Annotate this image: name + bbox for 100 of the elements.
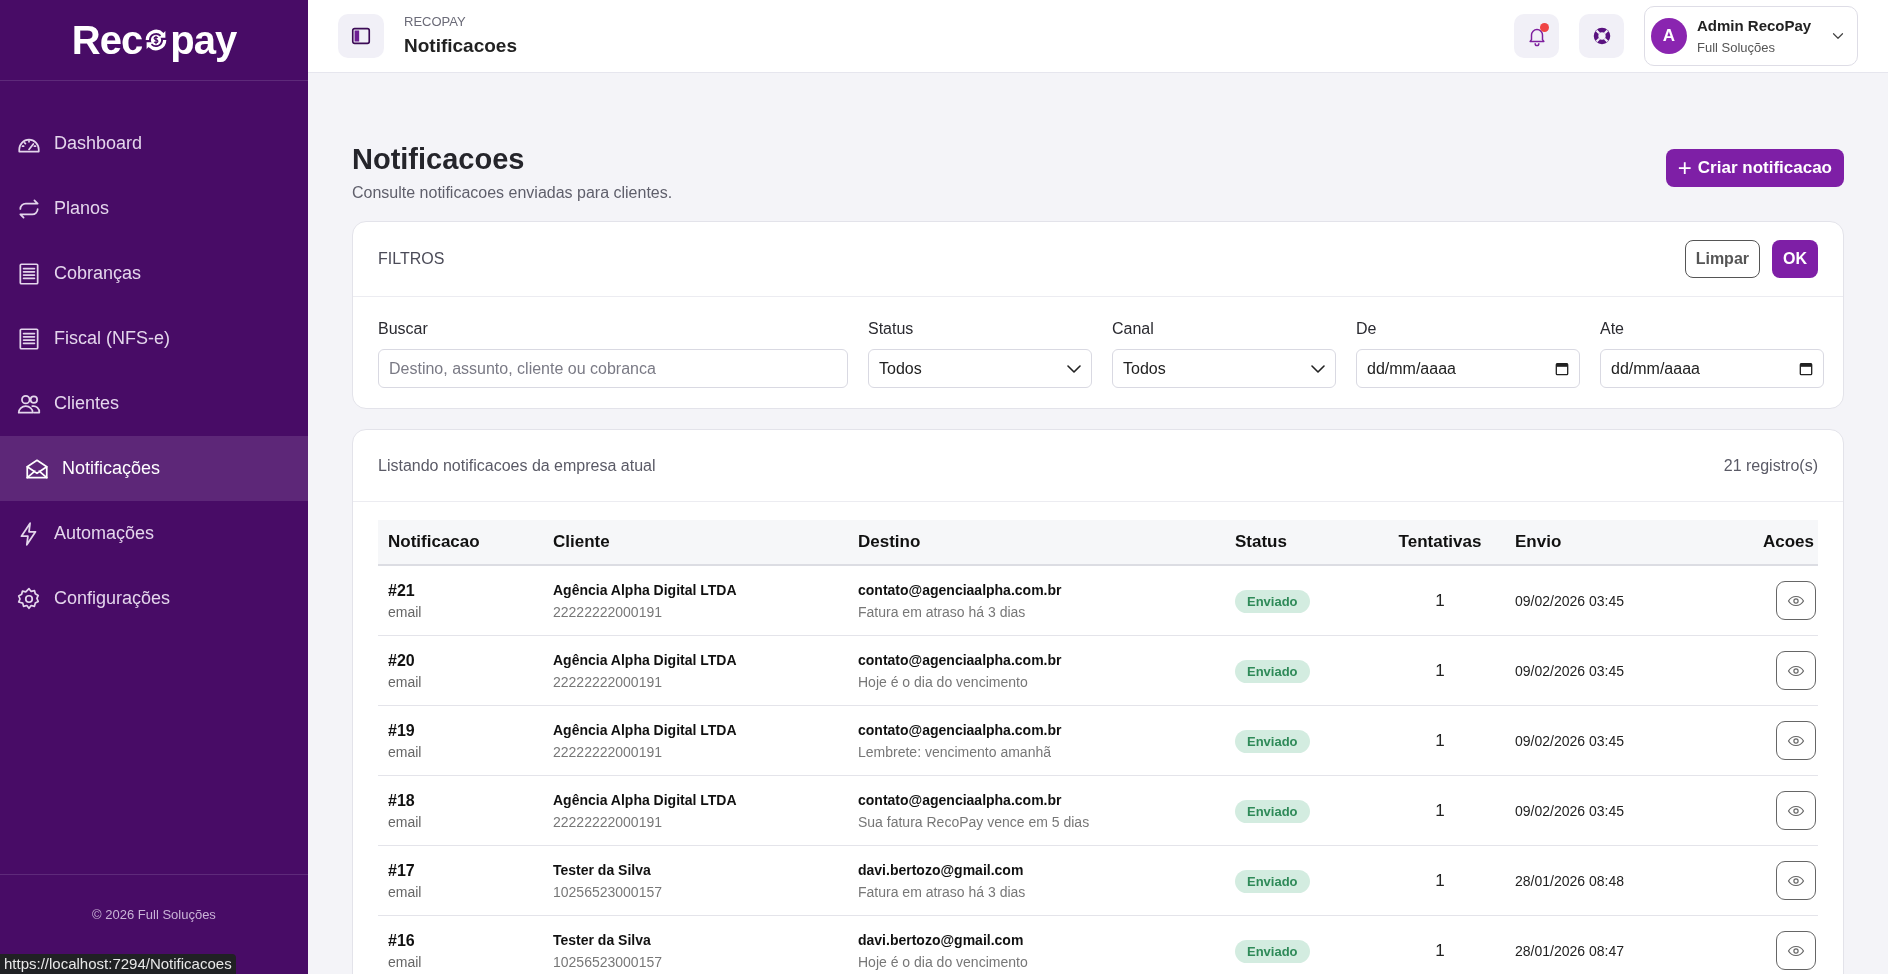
destination-email: contato@agenciaalpha.com.br — [858, 580, 1063, 600]
client-document: 10256523000157 — [553, 952, 663, 972]
channel-text: email — [388, 882, 423, 902]
subject-text: Lembrete: vencimento amanhã — [858, 742, 1052, 762]
client-name: Agência Alpha Digital LTDA — [553, 720, 738, 740]
client-name: Agência Alpha Digital LTDA — [553, 580, 738, 600]
logo-text: Rec — [71, 17, 143, 64]
user-name: Admin RecoPay — [1697, 15, 1813, 36]
subject-text: Hoje é o dia do vencimento — [858, 672, 1029, 692]
settings-icon — [16, 585, 42, 612]
client-name: Tester da Silva — [553, 860, 652, 880]
field-label: Status — [868, 319, 915, 339]
user-avatar: A — [1651, 18, 1687, 54]
sent-date: 09/02/2026 03:45 — [1515, 592, 1624, 609]
view-button[interactable] — [1776, 721, 1816, 760]
status-badge: Enviado — [1235, 869, 1310, 893]
copyright-text: © 2026 Full Soluções — [92, 906, 216, 924]
clear-button[interactable]: Limpar — [1684, 240, 1760, 278]
date-field[interactable]: dd/mm/aaaa — [1600, 349, 1824, 388]
search-field[interactable]: Destino, assunto, cliente ou cobranca — [378, 349, 848, 388]
channel-text: email — [388, 742, 423, 762]
channel-text: email — [388, 952, 423, 972]
field-label: De — [1356, 319, 1378, 339]
destination-email: davi.bertozo@gmail.com — [858, 930, 1025, 950]
sidebar-item[interactable]: Cobranças — [0, 241, 308, 306]
calendar-icon — [1799, 361, 1813, 376]
subject-text: Hoje é o dia do vencimento — [858, 952, 1029, 972]
view-button[interactable] — [1776, 861, 1816, 900]
sidebar-item[interactable]: Automações — [0, 501, 308, 566]
sidebar-item[interactable]: Dashboard — [0, 111, 308, 176]
view-button[interactable] — [1776, 651, 1816, 690]
view-button[interactable] — [1776, 791, 1816, 830]
logo-text: pay — [170, 17, 237, 64]
column-header: Tentativas — [1397, 531, 1483, 554]
notification-id: #18 — [388, 790, 416, 811]
view-button[interactable] — [1776, 931, 1816, 970]
ok-button[interactable]: OK — [1772, 240, 1818, 278]
status-badge: Enviado — [1235, 589, 1310, 613]
channel-text: email — [388, 602, 423, 622]
attempts-count: 1 — [1435, 940, 1445, 960]
destination-email: davi.bertozo@gmail.com — [858, 860, 1025, 880]
column-header: Envio — [1514, 531, 1563, 554]
client-name: Tester da Silva — [553, 930, 652, 950]
view-button[interactable] — [1776, 581, 1816, 620]
column-header: Status — [1234, 531, 1288, 554]
notification-id: #20 — [388, 650, 416, 671]
client-document: 22222222000191 — [553, 602, 663, 622]
subject-text: Fatura em atraso há 3 dias — [858, 602, 1027, 622]
status-badge: Enviado — [1235, 799, 1310, 823]
date-field[interactable]: dd/mm/aaaa — [1356, 349, 1580, 388]
client-name: Agência Alpha Digital LTDA — [553, 790, 738, 810]
sidebar-item[interactable]: Fiscal (NFS-e) — [0, 306, 308, 371]
sent-date: 09/02/2026 03:45 — [1515, 802, 1624, 819]
sidebar-item[interactable]: Planos — [0, 176, 308, 241]
notification-id: #17 — [388, 860, 416, 881]
destination-email: contato@agenciaalpha.com.br — [858, 650, 1063, 670]
help-button[interactable] — [1579, 14, 1624, 58]
client-document: 10256523000157 — [553, 882, 663, 902]
attempts-count: 1 — [1435, 590, 1445, 610]
status-badge: Enviado — [1235, 729, 1310, 753]
column-header: Acoes — [1761, 531, 1815, 554]
status-badge: Enviado — [1235, 659, 1310, 683]
sidebar-item[interactable]: Notificações — [0, 436, 308, 501]
notification-id: #21 — [388, 580, 416, 601]
page-title: Notificacoes — [352, 142, 526, 177]
sidebar-item[interactable]: Configurações — [0, 566, 308, 631]
field-label: Ate — [1600, 319, 1625, 339]
client-name: Agência Alpha Digital LTDA — [553, 650, 738, 670]
select-field[interactable]: Todos — [868, 349, 1092, 388]
page-subtitle: Consulte notificacoes enviadas para clientes. — [352, 183, 673, 203]
notifications-button[interactable] — [1514, 14, 1559, 58]
subject-text: Fatura em atraso há 3 dias — [858, 882, 1027, 902]
sidebar-item[interactable]: Clientes — [0, 371, 308, 436]
sidebar-toggle-button[interactable] — [338, 14, 384, 58]
subject-text: Sua fatura RecoPay vence em 5 dias — [858, 812, 1091, 832]
status-badge: Enviado — [1235, 939, 1310, 963]
attempts-count: 1 — [1435, 870, 1445, 890]
list-caption: Listando notificacoes da empresa atual — [378, 455, 656, 476]
company-name: Full Soluções — [1697, 38, 1777, 57]
user-menu[interactable]: A Admin RecoPay Full Soluções — [1644, 6, 1858, 66]
client-document: 22222222000191 — [553, 812, 663, 832]
receipt-icon — [16, 260, 42, 287]
attempts-count: 1 — [1435, 730, 1445, 750]
filters-title: FILTROS — [378, 249, 445, 269]
client-document: 22222222000191 — [553, 742, 663, 762]
chevron-down-icon — [1311, 364, 1325, 373]
sent-date: 09/02/2026 03:45 — [1515, 662, 1624, 679]
create-notification-button[interactable]: + Criar notificacao — [1665, 149, 1844, 187]
attempts-count: 1 — [1435, 800, 1445, 820]
destination-email: contato@agenciaalpha.com.br — [858, 790, 1063, 810]
sidebar-panel-icon — [350, 25, 372, 47]
notification-id: #19 — [388, 720, 416, 741]
breadcrumb-text: RECOPAY — [404, 13, 467, 31]
page-header-title: Notificacoes — [404, 34, 517, 58]
channel-text: email — [388, 672, 423, 692]
column-header: Cliente — [552, 531, 611, 554]
destination-email: contato@agenciaalpha.com.br — [858, 720, 1063, 740]
sent-date: 28/01/2026 08:48 — [1515, 872, 1624, 889]
column-header: Notificacao — [387, 531, 481, 554]
select-field[interactable]: Todos — [1112, 349, 1336, 388]
